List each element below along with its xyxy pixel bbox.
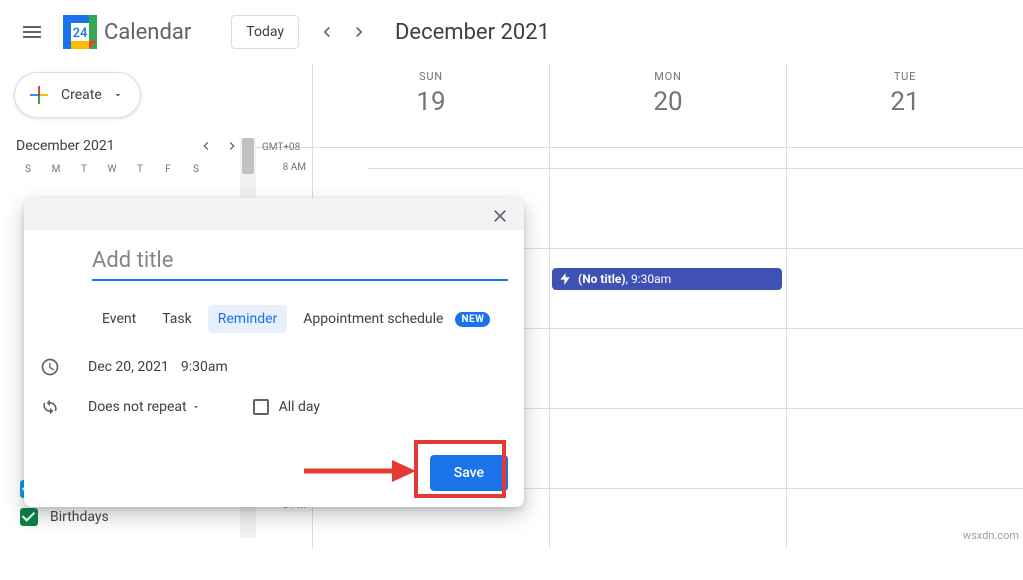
allday-checkbox[interactable]: [253, 399, 269, 415]
mini-dow: S: [14, 164, 42, 175]
day-number: 21: [787, 87, 1023, 117]
chevron-down-icon: [112, 89, 124, 101]
event-title: (No title), 9:30am: [578, 272, 671, 286]
tab-reminder[interactable]: Reminder: [208, 305, 288, 333]
day-column[interactable]: [786, 148, 1023, 548]
save-button[interactable]: Save: [430, 455, 508, 491]
title-input[interactable]: [92, 244, 508, 281]
chevron-left-icon: [317, 22, 337, 42]
close-button[interactable]: [486, 202, 514, 230]
mini-month-label: December 2021: [16, 138, 115, 154]
today-button[interactable]: Today: [231, 15, 299, 49]
mini-dow: F: [154, 164, 182, 175]
mini-dow: T: [126, 164, 154, 175]
mini-prev-button[interactable]: [198, 138, 214, 154]
repeat-select[interactable]: Does not repeat: [88, 399, 201, 415]
plus-icon: [27, 83, 51, 107]
day-header[interactable]: SUN 19: [312, 64, 549, 147]
day-of-week: MON: [550, 70, 786, 83]
datetime-row: Dec 20, 2021 9:30am: [40, 357, 508, 377]
mini-dow: T: [70, 164, 98, 175]
calendar-item[interactable]: Birthdays: [14, 503, 242, 531]
create-label: Create: [61, 87, 102, 103]
date-value[interactable]: Dec 20, 2021: [88, 359, 169, 375]
event-chip[interactable]: (No title), 9:30am: [552, 268, 782, 290]
next-period-button[interactable]: [343, 16, 375, 48]
calendar-logo-icon: 24: [63, 15, 97, 49]
calendar-checkbox[interactable]: [20, 508, 38, 526]
chevron-down-icon: [191, 402, 201, 412]
timezone-column: GMT+08: [256, 64, 312, 147]
type-tabs: Event Task Reminder Appointment schedule…: [40, 305, 508, 333]
current-date-range: December 2021: [395, 20, 550, 45]
day-of-week: SUN: [313, 70, 549, 83]
mini-next-button[interactable]: [224, 138, 240, 154]
mini-dow: M: [42, 164, 70, 175]
day-number: 20: [550, 87, 786, 117]
mini-dow: W: [98, 164, 126, 175]
mini-dow-row: S M T W T F S: [14, 164, 242, 175]
clock-icon: [40, 357, 60, 377]
new-badge: NEW: [455, 312, 490, 327]
day-column[interactable]: (No title), 9:30am: [549, 148, 786, 548]
calendar-logo: 24: [60, 12, 100, 52]
reminder-icon: [558, 272, 572, 286]
svg-text:24: 24: [73, 26, 88, 41]
chevron-right-icon: [349, 22, 369, 42]
mini-calendar-header: December 2021: [14, 138, 242, 154]
time-value[interactable]: 9:30am: [181, 359, 228, 375]
tab-task[interactable]: Task: [152, 305, 202, 333]
day-of-week: TUE: [787, 70, 1023, 83]
day-header[interactable]: MON 20: [549, 64, 786, 147]
time-mark: 3 PM: [256, 500, 312, 580]
app-name: Calendar: [104, 20, 191, 45]
calendar-name: Birthdays: [50, 509, 109, 525]
app-header: 24 Calendar Today December 2021: [0, 0, 1023, 64]
day-number: 19: [313, 87, 549, 117]
allday-option[interactable]: All day: [253, 399, 320, 415]
create-button[interactable]: Create: [14, 72, 141, 118]
close-icon: [490, 206, 510, 226]
day-headers: GMT+08 SUN 19 MON 20 TUE 21: [256, 64, 1023, 148]
prev-period-button[interactable]: [311, 16, 343, 48]
watermark: wsxdn.com: [963, 529, 1019, 542]
hamburger-icon: [20, 20, 44, 44]
tab-event[interactable]: Event: [92, 305, 146, 333]
mini-dow: S: [182, 164, 210, 175]
create-event-dialog: Event Task Reminder Appointment schedule…: [24, 198, 524, 507]
tab-appointment[interactable]: Appointment schedule: [293, 305, 447, 333]
repeat-icon: [40, 397, 60, 417]
scrollbar-thumb[interactable]: [242, 138, 254, 174]
repeat-row: Does not repeat All day: [40, 397, 508, 417]
allday-label: All day: [279, 399, 320, 415]
day-header[interactable]: TUE 21: [786, 64, 1023, 147]
main-menu-button[interactable]: [8, 8, 56, 56]
